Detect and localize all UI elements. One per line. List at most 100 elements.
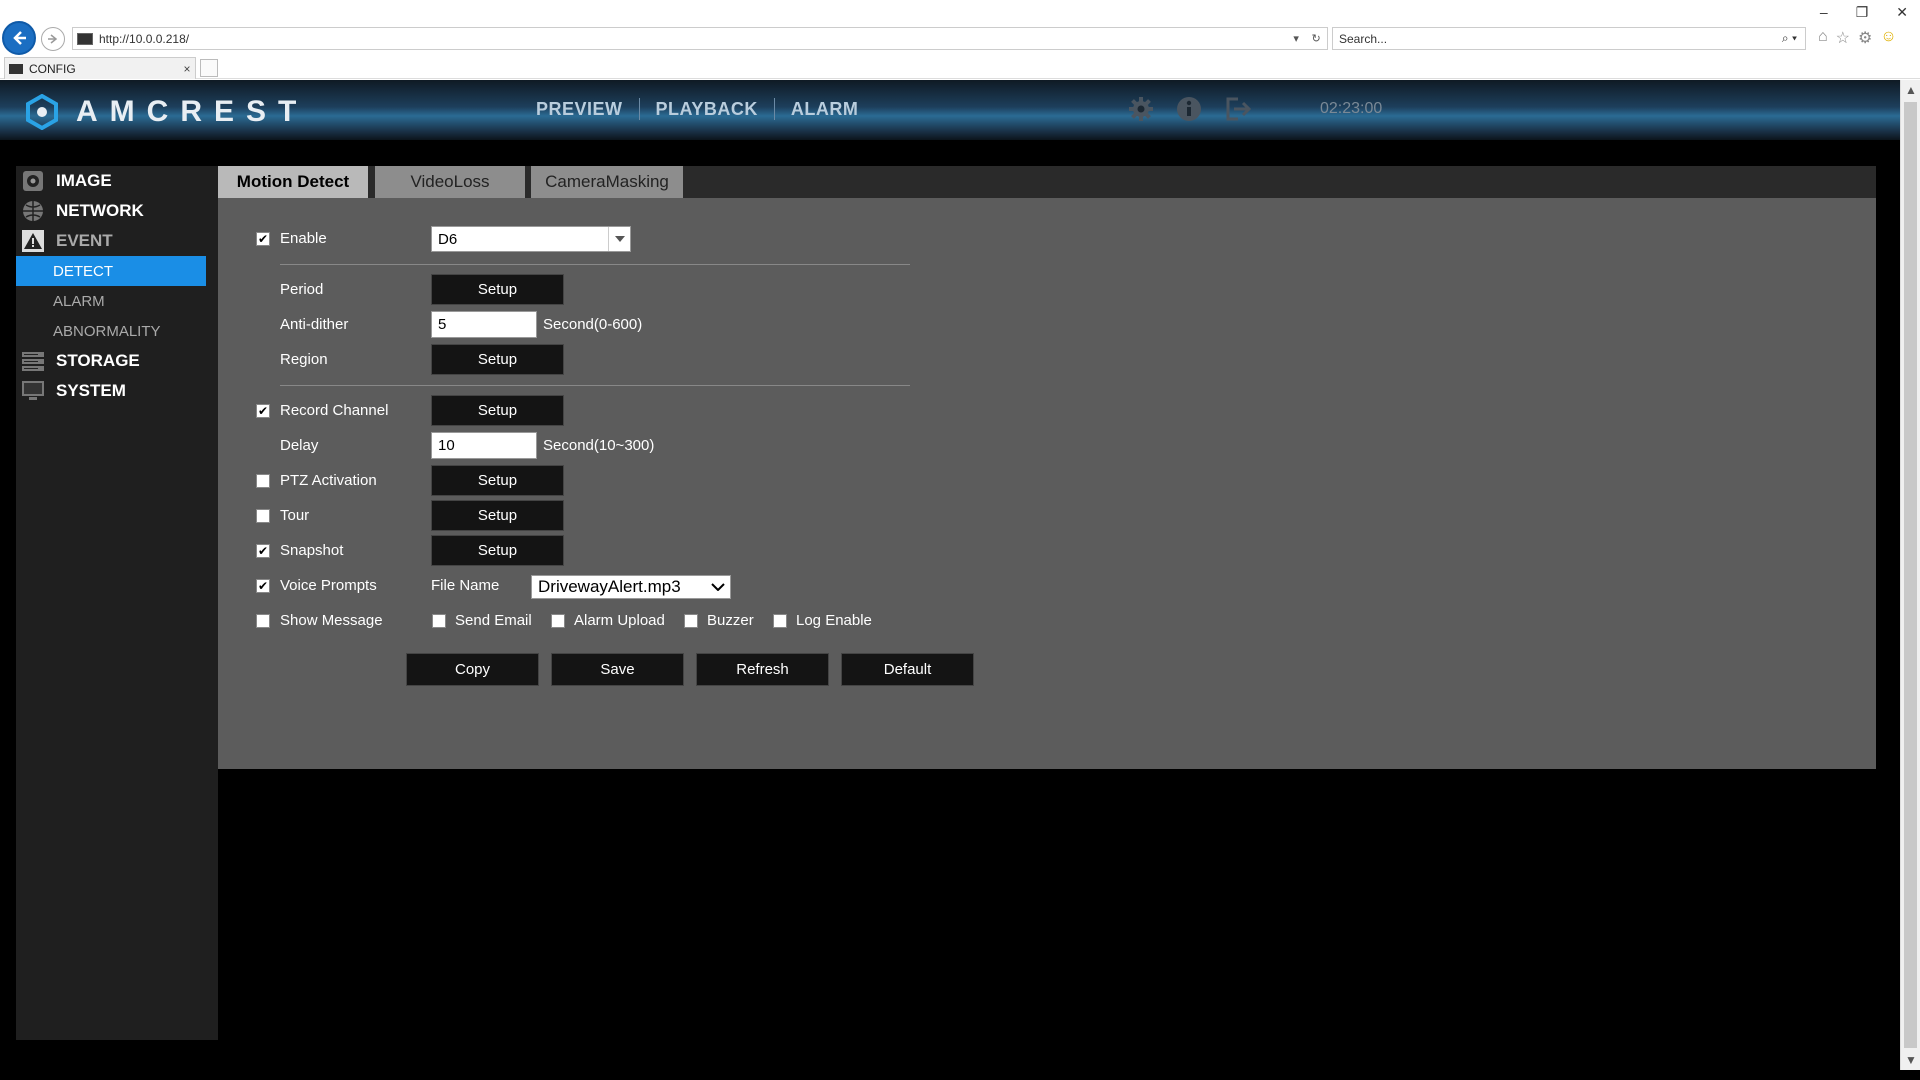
sidebar-item-event[interactable]: EVENT bbox=[16, 226, 218, 256]
show-message-label: Show Message bbox=[280, 612, 383, 629]
search-placeholder: Search... bbox=[1339, 31, 1388, 46]
log-enable-label: Log Enable bbox=[796, 612, 872, 629]
voice-prompts-label: Voice Prompts bbox=[280, 577, 377, 594]
region-setup-button[interactable]: Setup bbox=[431, 344, 564, 375]
nav-preview[interactable]: PREVIEW bbox=[520, 99, 639, 120]
scroll-thumb[interactable] bbox=[1904, 102, 1917, 1048]
address-dropdown-icon[interactable]: ▾ bbox=[1293, 32, 1299, 45]
tab-favicon-icon bbox=[9, 63, 23, 74]
minimize-button[interactable]: – bbox=[1820, 4, 1828, 21]
sidebar-subitem-detect[interactable]: DETECT bbox=[16, 256, 206, 286]
home-icon[interactable]: ⌂ bbox=[1818, 28, 1828, 48]
channel-value: D6 bbox=[438, 230, 458, 248]
record-channel-setup-button[interactable]: Setup bbox=[431, 395, 564, 426]
monitor-icon bbox=[20, 378, 46, 404]
storage-icon bbox=[20, 348, 46, 374]
period-setup-button[interactable]: Setup bbox=[431, 274, 564, 305]
sidebar-item-storage[interactable]: STORAGE bbox=[16, 346, 218, 376]
alarm-upload-checkbox[interactable] bbox=[551, 614, 565, 628]
snapshot-setup-button[interactable]: Setup bbox=[431, 535, 564, 566]
sidebar-item-network[interactable]: NETWORK bbox=[16, 196, 218, 226]
address-url: http://10.0.0.218/ bbox=[99, 31, 190, 46]
back-button[interactable] bbox=[2, 21, 36, 55]
app-header: AMCREST PREVIEW PLAYBACK ALARM 02:23:00 bbox=[0, 80, 1900, 140]
sidebar-subitem-abnormality[interactable]: ABNORMALITY bbox=[16, 316, 218, 346]
file-name-label: File Name bbox=[431, 577, 500, 594]
browser-search-input[interactable]: Search... ⌕ ▾ bbox=[1332, 27, 1806, 50]
sidebar-item-label: NETWORK bbox=[56, 201, 144, 220]
sidebar-item-label: EVENT bbox=[56, 231, 113, 250]
config-sidebar: IMAGE NETWORK EVENT DETECT ALARM ABNORMA… bbox=[16, 166, 218, 1040]
snapshot-label: Snapshot bbox=[280, 542, 344, 559]
sidebar-item-label: SYSTEM bbox=[56, 381, 126, 400]
scroll-down-icon[interactable]: ▼ bbox=[1901, 1050, 1920, 1070]
setup-gear-icon[interactable] bbox=[1128, 96, 1154, 122]
refresh-button[interactable]: Refresh bbox=[696, 653, 829, 686]
back-arrow-icon bbox=[13, 31, 26, 45]
amcrest-logo-icon bbox=[26, 94, 58, 130]
address-bar[interactable]: http://10.0.0.218/ ▾ ↻ bbox=[72, 27, 1328, 50]
nav-alarm[interactable]: ALARM bbox=[775, 99, 875, 120]
restore-button[interactable]: ❐ bbox=[1856, 4, 1869, 21]
delay-unit: Second(10~300) bbox=[543, 437, 655, 454]
log-enable-checkbox[interactable] bbox=[773, 614, 787, 628]
tab-title: CONFIG bbox=[29, 61, 76, 76]
anti-dither-input[interactable]: 5 bbox=[431, 311, 537, 338]
copy-button[interactable]: Copy bbox=[406, 653, 539, 686]
warning-icon bbox=[20, 228, 46, 254]
region-label: Region bbox=[280, 351, 328, 368]
sidebar-item-image[interactable]: IMAGE bbox=[16, 166, 218, 196]
detect-tabs: Motion Detect VideoLoss CameraMasking bbox=[218, 166, 1876, 198]
favorites-star-icon[interactable]: ☆ bbox=[1836, 28, 1850, 48]
logout-icon[interactable] bbox=[1224, 96, 1252, 122]
info-icon[interactable] bbox=[1176, 96, 1202, 122]
logo-text: AMCREST bbox=[76, 95, 309, 128]
voice-file-select[interactable]: DrivewayAlert.mp3 bbox=[531, 575, 731, 599]
scroll-up-icon[interactable]: ▲ bbox=[1901, 80, 1920, 100]
sidebar-item-label: IMAGE bbox=[56, 171, 112, 190]
sidebar-item-label: STORAGE bbox=[56, 351, 140, 370]
forward-arrow-icon bbox=[48, 34, 58, 44]
page-scrollbar[interactable]: ▲ ▼ bbox=[1900, 80, 1920, 1070]
section-divider bbox=[280, 264, 910, 265]
tour-checkbox[interactable] bbox=[256, 509, 270, 523]
default-button[interactable]: Default bbox=[841, 653, 974, 686]
ptz-activation-checkbox[interactable] bbox=[256, 474, 270, 488]
motion-detect-panel: Enable D6 Period Setup Anti-dither 5 Sec… bbox=[218, 198, 1876, 769]
send-email-checkbox[interactable] bbox=[432, 614, 446, 628]
anti-dither-label: Anti-dither bbox=[280, 316, 349, 333]
browser-tab-config[interactable]: CONFIG × bbox=[4, 57, 196, 79]
new-tab-button[interactable] bbox=[200, 59, 218, 77]
snapshot-checkbox[interactable] bbox=[256, 544, 270, 558]
tab-close-icon[interactable]: × bbox=[179, 62, 195, 76]
voice-prompts-checkbox[interactable] bbox=[256, 579, 270, 593]
delay-input[interactable]: 10 bbox=[431, 432, 537, 459]
enable-checkbox[interactable] bbox=[256, 232, 270, 246]
sidebar-item-system[interactable]: SYSTEM bbox=[16, 376, 218, 406]
tab-videoloss[interactable]: VideoLoss bbox=[375, 166, 525, 198]
feedback-smiley-icon[interactable]: ☺ bbox=[1880, 28, 1896, 48]
tour-setup-button[interactable]: Setup bbox=[431, 500, 564, 531]
search-icon[interactable]: ⌕ ▾ bbox=[1782, 31, 1797, 46]
close-window-button[interactable]: ✕ bbox=[1896, 4, 1908, 21]
send-email-label: Send Email bbox=[455, 612, 532, 629]
tab-cameramasking[interactable]: CameraMasking bbox=[531, 166, 683, 198]
tab-motion-detect[interactable]: Motion Detect bbox=[218, 166, 368, 198]
settings-gear-icon[interactable]: ⚙ bbox=[1858, 28, 1872, 48]
refresh-icon[interactable]: ↻ bbox=[1311, 32, 1320, 45]
channel-select[interactable]: D6 bbox=[431, 226, 631, 252]
buzzer-checkbox[interactable] bbox=[684, 614, 698, 628]
forward-button[interactable] bbox=[41, 27, 65, 51]
ptz-activation-label: PTZ Activation bbox=[280, 472, 377, 489]
ptz-activation-setup-button[interactable]: Setup bbox=[431, 465, 564, 496]
save-button[interactable]: Save bbox=[551, 653, 684, 686]
show-message-checkbox[interactable] bbox=[256, 614, 270, 628]
header-clock: 02:23:00 bbox=[1320, 100, 1383, 117]
sidebar-subitem-label: ABNORMALITY bbox=[53, 322, 161, 340]
nav-playback[interactable]: PLAYBACK bbox=[640, 99, 774, 120]
record-channel-checkbox[interactable] bbox=[256, 404, 270, 418]
sidebar-subitem-alarm[interactable]: ALARM bbox=[16, 286, 218, 316]
period-label: Period bbox=[280, 281, 324, 298]
chevron-down-icon bbox=[706, 576, 730, 598]
buzzer-label: Buzzer bbox=[707, 612, 754, 629]
